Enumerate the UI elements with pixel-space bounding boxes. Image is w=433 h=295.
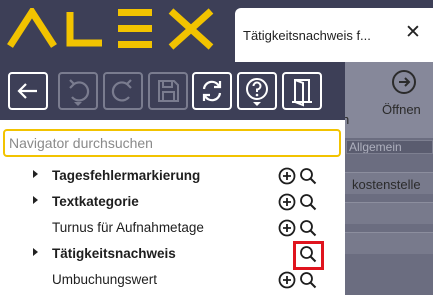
search-icon[interactable] [299,167,317,185]
alex-logo [7,8,214,50]
navigator-toolbar [0,62,345,120]
add-icon[interactable] [278,167,296,185]
expand-caret-icon[interactable] [33,248,38,256]
background-app-area: n Öffnen Allgemein kostenstelle [342,62,433,295]
navigator-search-input[interactable] [3,129,341,157]
tree-item-label: Umbuchungswert [52,272,158,287]
expand-caret-icon[interactable] [33,170,38,178]
search-icon[interactable] [299,219,317,237]
background-field: Allgemein [346,140,433,154]
open-button-label: Öffnen [382,102,421,117]
add-icon[interactable] [278,271,296,289]
search-icon[interactable] [299,271,317,289]
tree-item[interactable]: Tagesfehlermarkierung [0,163,345,189]
background-row-text: kostenstelle [352,177,421,192]
close-icon[interactable]: ✕ [403,23,423,43]
tab-taetigkeitsnachweis[interactable]: Tätigkeitsnachweis f... ✕ [235,8,433,62]
door-icon [292,79,312,107]
exit-button[interactable] [282,72,322,110]
navigator-panel: Tagesfehlermarkierung Textkategorie Turn… [0,62,345,295]
redo-button[interactable] [103,72,143,110]
save-button[interactable] [148,72,188,110]
back-button[interactable] [8,72,48,110]
tree-item-label: Tätigkeitsnachweis [52,246,176,261]
undo-icon [69,79,90,106]
tree-item-label: Tagesfehlermarkierung [52,168,201,183]
open-button[interactable]: Öffnen [370,66,430,132]
tree-item-label: Textkategorie [52,194,139,209]
tree-item[interactable]: Umbuchungswert [0,267,345,293]
help-button[interactable] [237,72,277,110]
tree-item-label: Turnus für Aufnahmetage [52,220,204,235]
search-icon[interactable] [299,193,317,211]
arrow-left-icon [17,83,37,99]
undo-button[interactable] [58,72,98,110]
background-row: kostenstelle [342,172,433,194]
arrow-right-circle-icon [392,70,416,94]
redo-icon [111,79,132,102]
tree-item[interactable]: Textkategorie [0,189,345,215]
add-icon[interactable] [278,193,296,211]
tree-item[interactable]: Tätigkeitsnachweis [0,241,345,270]
app-header: Tätigkeitsnachweis f... ✕ [0,0,433,62]
add-icon[interactable] [278,219,296,237]
save-icon [158,80,179,102]
refresh-icon [202,80,222,102]
background-ribbon: n Öffnen [342,62,433,138]
search-icon[interactable] [299,245,317,263]
background-row [342,232,433,254]
refresh-button[interactable] [192,72,232,110]
background-row [342,202,433,224]
tab-title: Tätigkeitsnachweis f... [243,28,371,43]
tree-item[interactable]: Turnus für Aufnahmetage [0,215,345,241]
help-icon [246,78,268,106]
expand-caret-icon[interactable] [33,196,38,204]
